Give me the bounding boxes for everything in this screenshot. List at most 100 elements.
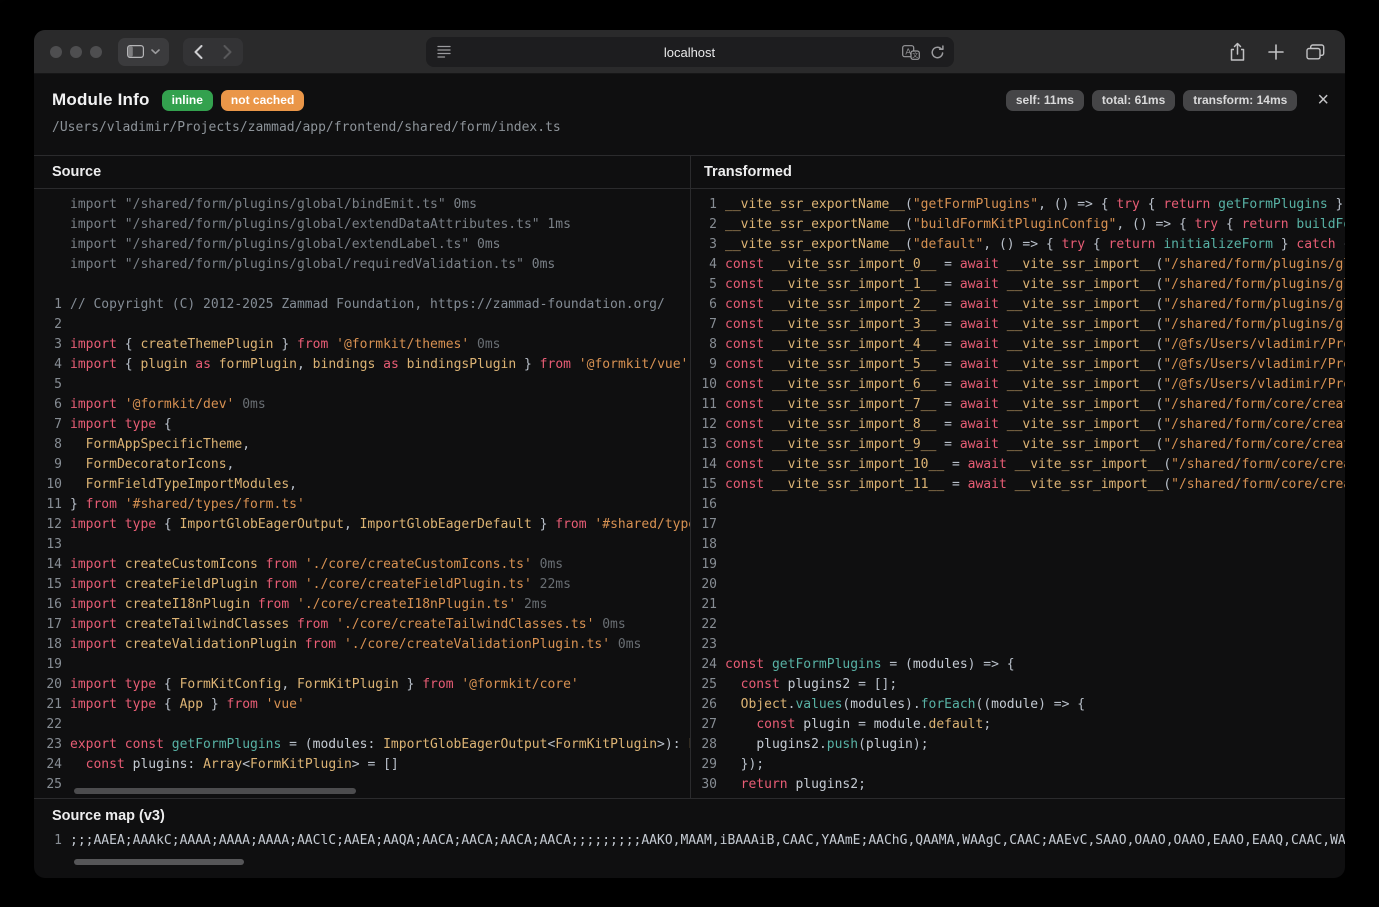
code-line: 16 xyxy=(691,495,1345,515)
code-line: import "/shared/form/plugins/global/requ… xyxy=(34,255,690,275)
code-line: 11const __vite_ssr_import_7__ = await __… xyxy=(691,395,1345,415)
code-line: 13const __vite_ssr_import_9__ = await __… xyxy=(691,435,1345,455)
code-line: 4const __vite_ssr_import_0__ = await __v… xyxy=(691,255,1345,275)
code-line: 3import { createThemePlugin } from '@for… xyxy=(34,335,690,355)
code-line: 27 const plugin = module.default; xyxy=(691,715,1345,735)
code-line: 4import { plugin as formPlugin, bindings… xyxy=(34,355,690,375)
code-line: 17import createTailwindClasses from './c… xyxy=(34,615,690,635)
code-line: 28 plugins2.push(plugin); xyxy=(691,735,1345,755)
sourcemap-code-area[interactable]: 1;;;AAEA;AAAkC;AAAA;AAAA;AAAA;AAClC;AAEA… xyxy=(34,831,1345,851)
code-line: 19 xyxy=(34,655,690,675)
code-line: 8 FormAppSpecificTheme, xyxy=(34,435,690,455)
code-line: 17 xyxy=(691,515,1345,535)
code-line: import "/shared/form/plugins/global/exte… xyxy=(34,215,690,235)
code-line: 24const getFormPlugins = (modules) => { xyxy=(691,655,1345,675)
horizontal-scrollbar[interactable] xyxy=(74,788,356,794)
sourcemap-title: Source map (v3) xyxy=(34,799,1345,831)
module-info-header: Module Info inline not cached self: 11ms t… xyxy=(34,74,1345,155)
code-line: 10const __vite_ssr_import_6__ = await __… xyxy=(691,375,1345,395)
code-line: 7const __vite_ssr_import_3__ = await __v… xyxy=(691,315,1345,335)
code-line: 23 xyxy=(691,635,1345,655)
badge: not cached xyxy=(221,90,304,111)
transformed-code-area[interactable]: 1__vite_ssr_exportName__("getFormPlugins… xyxy=(691,189,1345,798)
code-line xyxy=(34,275,690,295)
module-path: /Users/vladimir/Projects/zammad/app/fron… xyxy=(52,120,1329,135)
source-panel-title: Source xyxy=(34,156,690,189)
code-line: 6const __vite_ssr_import_2__ = await __v… xyxy=(691,295,1345,315)
code-line: 24 const plugins: Array<FormKitPlugin> =… xyxy=(34,755,690,775)
timing-badges: self: 11mstotal: 61mstransform: 14ms xyxy=(1006,90,1297,111)
url-text: localhost xyxy=(664,45,715,60)
page-title: Module Info xyxy=(52,90,150,110)
code-line: 15const __vite_ssr_import_11__ = await _… xyxy=(691,475,1345,495)
translate-icon[interactable]: A文 xyxy=(902,45,920,60)
sidebar-toggle-button[interactable] xyxy=(118,38,169,66)
badge: self: 11ms xyxy=(1006,90,1084,111)
code-line: 16import createI18nPlugin from './core/c… xyxy=(34,595,690,615)
sidebar-icon xyxy=(127,45,144,58)
code-line: 8const __vite_ssr_import_4__ = await __v… xyxy=(691,335,1345,355)
badge: total: 61ms xyxy=(1092,90,1175,111)
code-line: 10 FormFieldTypeImportModules, xyxy=(34,475,690,495)
code-line: 7import type { xyxy=(34,415,690,435)
code-line: 25 const plugins2 = []; xyxy=(691,675,1345,695)
forward-button[interactable] xyxy=(223,45,232,59)
traffic-light-zoom[interactable] xyxy=(90,46,102,58)
browser-toolbar: localhost A文 xyxy=(34,30,1345,74)
traffic-light-close[interactable] xyxy=(50,46,62,58)
code-line: 14const __vite_ssr_import_10__ = await _… xyxy=(691,455,1345,475)
tab-overview-icon[interactable] xyxy=(1306,44,1325,60)
source-code-area[interactable]: import "/shared/form/plugins/global/bind… xyxy=(34,189,690,798)
address-bar[interactable]: localhost A文 xyxy=(426,37,954,67)
new-tab-icon[interactable] xyxy=(1268,44,1284,60)
share-icon[interactable] xyxy=(1229,42,1246,62)
code-line: 12const __vite_ssr_import_8__ = await __… xyxy=(691,415,1345,435)
source-panel: Source import "/shared/form/plugins/glob… xyxy=(34,156,691,798)
code-line: 15import createFieldPlugin from './core/… xyxy=(34,575,690,595)
module-badges: inline not cached xyxy=(162,90,305,111)
code-line: import "/shared/form/plugins/global/bind… xyxy=(34,195,690,215)
code-line: 23export const getFormPlugins = (modules… xyxy=(34,735,690,755)
traffic-lights xyxy=(50,46,102,58)
code-line: 5 xyxy=(34,375,690,395)
transformed-panel: Transformed 1__vite_ssr_exportName__("ge… xyxy=(691,156,1345,798)
code-line: 30 return plugins2; xyxy=(691,775,1345,795)
code-line: 2 xyxy=(34,315,690,335)
code-line: import "/shared/form/plugins/global/exte… xyxy=(34,235,690,255)
code-line: 26 Object.values(modules).forEach((modul… xyxy=(691,695,1345,715)
code-line: 9 FormDecoratorIcons, xyxy=(34,455,690,475)
horizontal-scrollbar[interactable] xyxy=(74,859,244,865)
back-button[interactable] xyxy=(194,45,203,59)
code-line: 11} from '#shared/types/form.ts' xyxy=(34,495,690,515)
reload-icon[interactable] xyxy=(930,45,945,60)
reader-icon[interactable] xyxy=(437,45,451,58)
traffic-light-minimize[interactable] xyxy=(70,46,82,58)
code-line: 1__vite_ssr_exportName__("getFormPlugins… xyxy=(691,195,1345,215)
browser-window: localhost A文 Module Inf xyxy=(34,30,1345,878)
code-line: 29 }); xyxy=(691,755,1345,775)
toolbar-actions xyxy=(1229,42,1329,62)
code-line: 20 xyxy=(691,575,1345,595)
svg-text:文: 文 xyxy=(912,51,918,59)
code-line: 1;;;AAEA;AAAkC;AAAA;AAAA;AAAA;AAClC;AAEA… xyxy=(34,831,1345,851)
sourcemap-section: Source map (v3) 1;;;AAEA;AAAkC;AAAA;AAAA… xyxy=(34,798,1345,878)
code-line: 9const __vite_ssr_import_5__ = await __v… xyxy=(691,355,1345,375)
code-line: 19 xyxy=(691,555,1345,575)
code-line: 21import type { App } from 'vue' xyxy=(34,695,690,715)
transformed-panel-title: Transformed xyxy=(691,156,1345,189)
code-line: 2__vite_ssr_exportName__("buildFormKitPl… xyxy=(691,215,1345,235)
close-button[interactable]: × xyxy=(1317,91,1329,109)
code-line: 20import type { FormKitConfig, FormKitPl… xyxy=(34,675,690,695)
code-line: 12import type { ImportGlobEagerOutput, I… xyxy=(34,515,690,535)
code-line: 3__vite_ssr_exportName__("default", () =… xyxy=(691,235,1345,255)
navigation-buttons xyxy=(183,38,243,66)
code-line: 21 xyxy=(691,595,1345,615)
badge: inline xyxy=(162,90,213,111)
code-line: 5const __vite_ssr_import_1__ = await __v… xyxy=(691,275,1345,295)
code-line: 13 xyxy=(34,535,690,555)
chevron-down-icon xyxy=(151,49,160,55)
code-line: 22 xyxy=(691,615,1345,635)
code-line: 1// Copyright (C) 2012-2025 Zammad Found… xyxy=(34,295,690,315)
code-line: 14import createCustomIcons from './core/… xyxy=(34,555,690,575)
code-line: 22 xyxy=(34,715,690,735)
